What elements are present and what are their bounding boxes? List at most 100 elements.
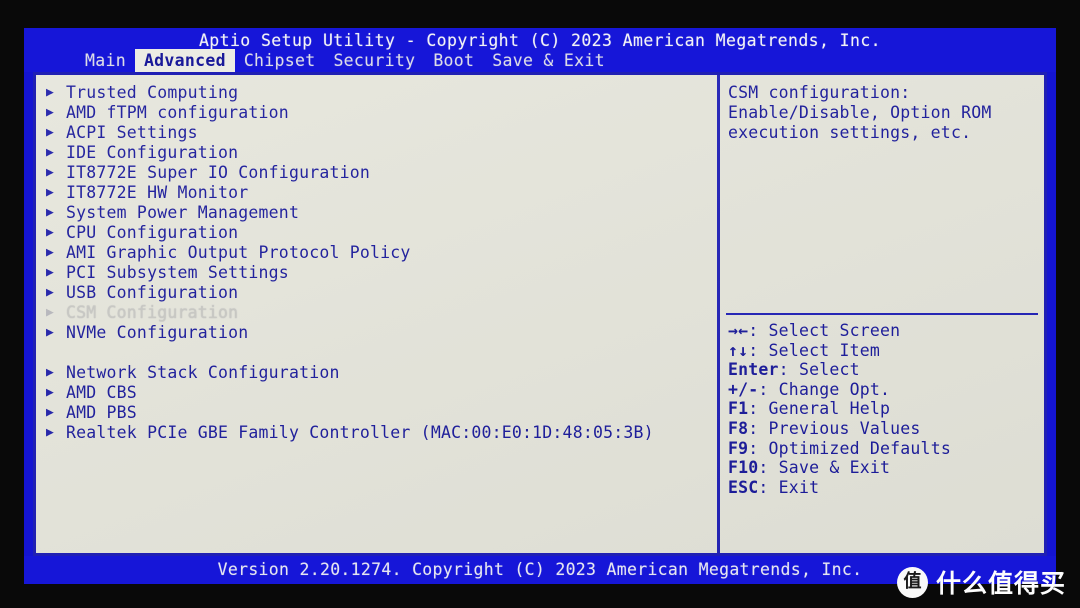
legend-change-opt: +/- : Change Opt. xyxy=(728,380,1040,400)
help-text-line: CSM configuration: xyxy=(728,83,911,102)
chevron-right-icon: ▶ xyxy=(46,165,54,180)
menu-item-label: CPU Configuration xyxy=(66,223,239,242)
menu-item-label: Trusted Computing xyxy=(66,83,239,102)
chevron-right-icon: ▶ xyxy=(46,425,54,440)
legend-exit: ESC : Exit xyxy=(728,478,1040,498)
chevron-right-icon: ▶ xyxy=(46,205,54,220)
legend-label: : Previous Values xyxy=(748,418,921,438)
chevron-right-icon: ▶ xyxy=(46,105,54,120)
bios-header: Aptio Setup Utility - Copyright (C) 2023… xyxy=(24,28,1056,72)
f9-key-label: F9 xyxy=(728,438,749,458)
chevron-right-icon: ▶ xyxy=(46,325,54,340)
chevron-right-icon: ▶ xyxy=(46,245,54,260)
menu-item-acpi-settings[interactable]: ▶ ACPI Settings xyxy=(36,123,717,143)
watermark: 值 什么值得买 xyxy=(896,564,1066,600)
page-title: Aptio Setup Utility - Copyright (C) 2023… xyxy=(198,31,882,50)
chevron-right-icon: ▶ xyxy=(46,365,54,380)
tab-security[interactable]: Security xyxy=(324,49,424,72)
menu-item-network-stack-configuration[interactable]: ▶ Network Stack Configuration xyxy=(36,363,717,383)
menu-item-amd-pbs[interactable]: ▶ AMD PBS xyxy=(36,403,717,423)
arrow-left-right-icon: →← xyxy=(728,321,749,340)
menu-item-trusted-computing[interactable]: ▶ Trusted Computing xyxy=(36,83,717,103)
menu-item-label: NVMe Configuration xyxy=(66,323,249,342)
menu-item-label: Realtek PCIe GBE Family Controller (MAC:… xyxy=(66,423,654,442)
chevron-right-icon: ▶ xyxy=(46,285,54,300)
menu-item-label: USB Configuration xyxy=(66,283,239,302)
legend-label: : Exit xyxy=(758,477,820,497)
legend-select-screen: →← : Select Screen xyxy=(728,321,1040,341)
menu-item-realtek-pcie-gbe-family-controller[interactable]: ▶ Realtek PCIe GBE Family Controller (MA… xyxy=(36,423,717,443)
key-legend: →← : Select Screen ↑↓ : Select Item Ente… xyxy=(728,321,1040,497)
legend-enter-select: Enter : Select xyxy=(728,360,1040,380)
watermark-logo-icon: 值 xyxy=(896,566,928,598)
menu-item-cpu-configuration[interactable]: ▶ CPU Configuration xyxy=(36,223,717,243)
f8-key-label: F8 xyxy=(728,418,749,438)
tab-save-exit[interactable]: Save & Exit xyxy=(483,49,614,72)
monitor-bezel: Aptio Setup Utility - Copyright (C) 2023… xyxy=(0,0,1080,608)
menu-item-label: Network Stack Configuration xyxy=(66,363,340,382)
tab-advanced[interactable]: Advanced xyxy=(134,49,235,72)
legend-label: : Select Item xyxy=(748,340,881,360)
plus-minus-key-label: +/- xyxy=(728,379,759,399)
menu-item-csm-configuration[interactable]: ▶ CSM Configuration xyxy=(36,303,717,323)
esc-key-label: ESC xyxy=(728,477,759,497)
menu-item-label: IT8772E Super IO Configuration xyxy=(66,163,371,182)
chevron-right-icon: ▶ xyxy=(46,85,54,100)
help-text-line: execution settings, etc. xyxy=(728,123,972,142)
tab-chipset[interactable]: Chipset xyxy=(235,49,325,72)
menu-item-label: AMD fTPM configuration xyxy=(66,103,289,122)
menu-item-label: AMI Graphic Output Protocol Policy xyxy=(66,243,411,262)
legend-label: : Change Opt. xyxy=(758,379,891,399)
legend-optimized-defaults: F9 : Optimized Defaults xyxy=(728,439,1040,459)
legend-label: : Select Screen xyxy=(748,321,901,340)
chevron-right-icon: ▶ xyxy=(46,305,54,320)
watermark-text: 什么值得买 xyxy=(935,569,1066,598)
menu-item-label: AMD PBS xyxy=(66,403,137,422)
enter-key-label: Enter xyxy=(728,360,779,380)
menu-item-it8772e-super-io-configuration[interactable]: ▶ IT8772E Super IO Configuration xyxy=(36,163,717,183)
help-pane: CSM configuration: Enable/Disable, Optio… xyxy=(720,75,1044,553)
menu-item-amd-cbs[interactable]: ▶ AMD CBS xyxy=(36,383,717,403)
menu-item-nvme-configuration[interactable]: ▶ NVMe Configuration xyxy=(36,323,717,343)
menu-item-system-power-management[interactable]: ▶ System Power Management xyxy=(36,203,717,223)
chevron-right-icon: ▶ xyxy=(46,125,54,140)
legend-general-help: F1 : General Help xyxy=(728,399,1040,419)
chevron-right-icon: ▶ xyxy=(46,265,54,280)
chevron-right-icon: ▶ xyxy=(46,385,54,400)
bios-content-frame: ▶ Trusted Computing ▶ AMD fTPM configura… xyxy=(33,72,1047,556)
menu-tabbar[interactable]: Main Advanced Chipset Security Boot Save… xyxy=(76,49,614,72)
horizontal-divider xyxy=(726,313,1038,315)
legend-label: : Optimized Defaults xyxy=(748,438,951,458)
menu-item-label: ACPI Settings xyxy=(66,123,198,142)
menu-item-label: CSM Configuration xyxy=(66,303,239,322)
legend-label: : Select xyxy=(778,360,860,380)
menu-separator-gap xyxy=(36,343,717,363)
menu-item-label: PCI Subsystem Settings xyxy=(66,263,289,282)
legend-label: : Save & Exit xyxy=(758,458,891,478)
arrow-up-down-icon: ↑↓ xyxy=(728,340,749,360)
bios-screen: Aptio Setup Utility - Copyright (C) 2023… xyxy=(24,28,1056,584)
tab-main[interactable]: Main xyxy=(76,49,135,72)
chevron-right-icon: ▶ xyxy=(46,225,54,240)
help-text-line: Enable/Disable, Option ROM xyxy=(728,103,992,122)
legend-label: : General Help xyxy=(748,399,891,419)
menu-item-ide-configuration[interactable]: ▶ IDE Configuration xyxy=(36,143,717,163)
menu-item-label: IDE Configuration xyxy=(66,143,239,162)
menu-item-usb-configuration[interactable]: ▶ USB Configuration xyxy=(36,283,717,303)
legend-select-item: ↑↓ : Select Item xyxy=(728,341,1040,361)
menu-item-it8772e-hw-monitor[interactable]: ▶ IT8772E HW Monitor xyxy=(36,183,717,203)
menu-item-label: AMD CBS xyxy=(66,383,137,402)
menu-item-ami-graphic-output-protocol-policy[interactable]: ▶ AMI Graphic Output Protocol Policy xyxy=(36,243,717,263)
f1-key-label: F1 xyxy=(728,399,749,419)
menu-item-amd-ftpm-configuration[interactable]: ▶ AMD fTPM configuration xyxy=(36,103,717,123)
legend-save-exit: F10 : Save & Exit xyxy=(728,458,1040,478)
f10-key-label: F10 xyxy=(728,458,759,478)
menu-item-label: System Power Management xyxy=(66,203,300,222)
menu-item-label: IT8772E HW Monitor xyxy=(66,183,249,202)
legend-previous-values: F8 : Previous Values xyxy=(728,419,1040,439)
menu-item-pci-subsystem-settings[interactable]: ▶ PCI Subsystem Settings xyxy=(36,263,717,283)
chevron-right-icon: ▶ xyxy=(46,145,54,160)
chevron-right-icon: ▶ xyxy=(46,185,54,200)
tab-boot[interactable]: Boot xyxy=(424,49,483,72)
advanced-menu-list[interactable]: ▶ Trusted Computing ▶ AMD fTPM configura… xyxy=(36,75,717,553)
